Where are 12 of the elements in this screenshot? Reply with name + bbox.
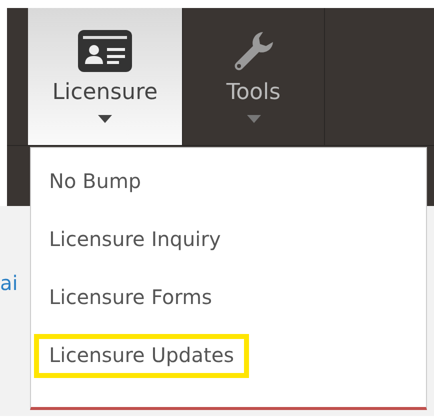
id-card-icon [78, 30, 132, 72]
menu-item[interactable]: Licensure Inquiry [34, 218, 236, 262]
tab-label: Tools [226, 80, 281, 105]
tab-label: Licensure [52, 80, 158, 105]
page-link[interactable]: ai [0, 271, 18, 295]
menu-item[interactable]: Licensure Forms [34, 276, 228, 320]
menu-item[interactable]: Licensure Updates [34, 334, 250, 378]
nav-tab[interactable]: Licensure [28, 8, 183, 145]
menu-item[interactable]: No Bump [34, 160, 156, 204]
wrench-icon [232, 30, 274, 72]
caret-icon [98, 115, 112, 123]
caret-icon [246, 115, 260, 123]
